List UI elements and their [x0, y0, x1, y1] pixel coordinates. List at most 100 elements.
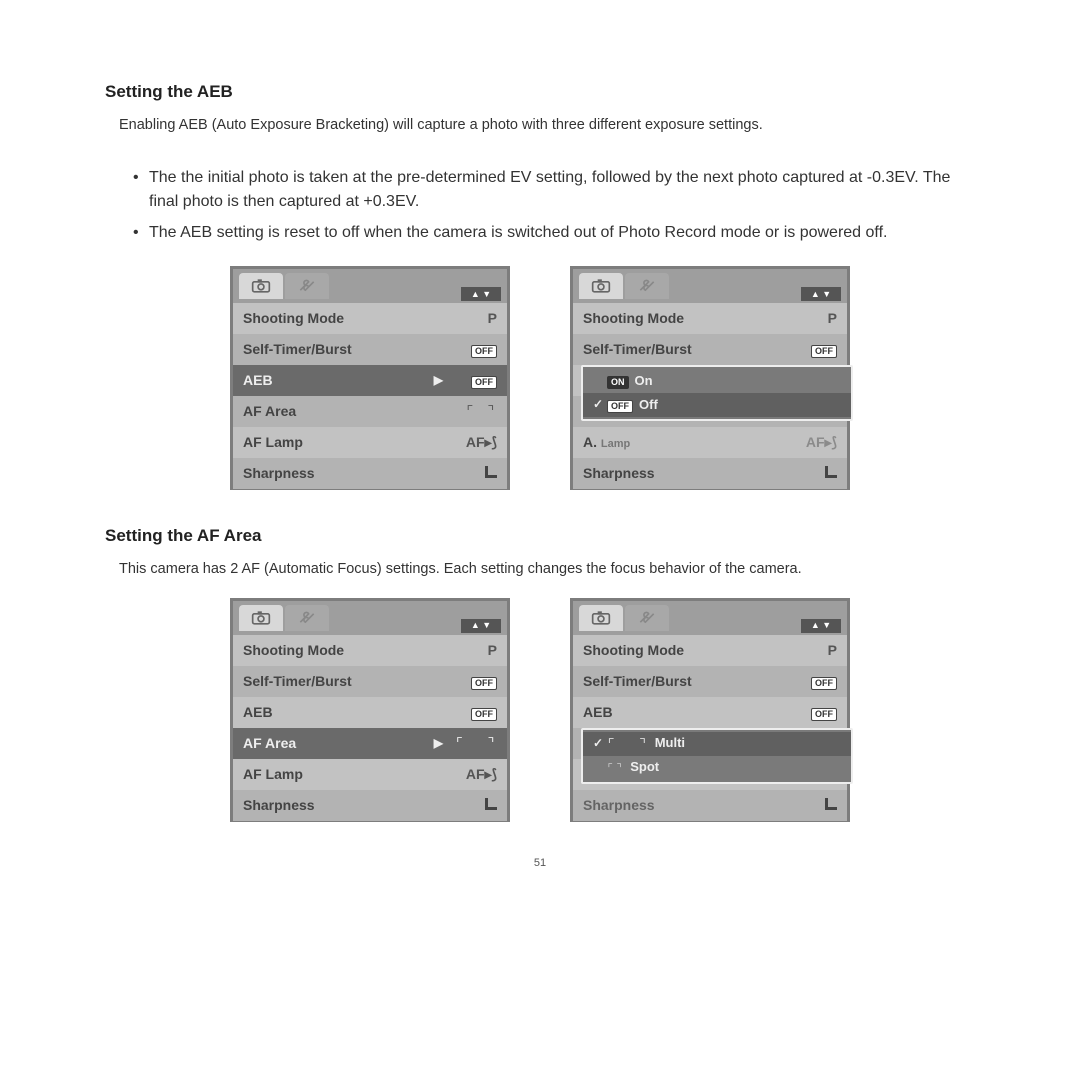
- af-area-value-icon: ⌜ ⌝: [453, 733, 497, 753]
- screen-tabbar: ▲ ▼: [573, 601, 847, 635]
- row-self-timer[interactable]: Self-Timer/BurstOFF: [573, 334, 847, 365]
- screen-tabbar: ▲ ▼: [233, 269, 507, 303]
- wrench-icon: [637, 278, 657, 294]
- sharpness-value-icon: [793, 795, 837, 815]
- row-af-lamp[interactable]: AF LampAF▸⟆: [233, 759, 507, 790]
- row-sharpness[interactable]: Sharpness: [233, 458, 507, 489]
- row-aeb-selected[interactable]: AEB▶OFF: [233, 365, 507, 396]
- tab-camera[interactable]: [239, 273, 283, 299]
- tab-tools[interactable]: [625, 605, 669, 631]
- shooting-mode-value: P: [793, 308, 837, 328]
- row-aeb[interactable]: AEBOFF: [233, 697, 507, 728]
- checkmark-icon: ✓: [591, 396, 605, 413]
- aeb-bullet-1: The the initial photo is taken at the pr…: [133, 166, 975, 216]
- tab-camera[interactable]: [579, 605, 623, 631]
- self-timer-value: OFF: [453, 339, 497, 359]
- aeb-bullet-2: The AEB setting is reset to off when the…: [133, 221, 975, 246]
- camera-icon: [251, 278, 271, 294]
- af-lamp-value: AF▸⟆: [453, 432, 497, 452]
- row-self-timer[interactable]: Self-Timer/BurstOFF: [573, 666, 847, 697]
- aeb-bullet-list: The the initial photo is taken at the pr…: [133, 166, 975, 246]
- sharpness-value-icon: [453, 795, 497, 815]
- row-shooting-mode[interactable]: Shooting ModeP: [233, 303, 507, 334]
- sharpness-label: Sharpness: [583, 463, 793, 483]
- section-heading-af-area: Setting the AF Area: [105, 524, 975, 549]
- af-lamp-label: AF Lamp: [243, 764, 453, 784]
- af-area-value-icon: ⌜ ⌝: [453, 401, 497, 421]
- row-self-timer[interactable]: Self-Timer/BurstOFF: [233, 666, 507, 697]
- tab-tools[interactable]: [285, 605, 329, 631]
- self-timer-label: Self-Timer/Burst: [583, 339, 793, 359]
- wrench-icon: [297, 610, 317, 626]
- popup-option-multi[interactable]: ✓⌜ ⌝Multi: [583, 732, 851, 756]
- popup-on-label: On: [635, 372, 653, 391]
- tab-tools[interactable]: [625, 273, 669, 299]
- screen-tabbar: ▲ ▼: [233, 601, 507, 635]
- page-number: 51: [105, 856, 975, 872]
- wrench-icon: [297, 278, 317, 294]
- shooting-mode-label: Shooting Mode: [583, 640, 793, 660]
- aeb-value: OFF: [793, 702, 837, 722]
- row-shooting-mode[interactable]: Shooting ModeP: [233, 635, 507, 666]
- camera-screen-afarea-popup: ▲ ▼ Shooting ModeP Self-Timer/BurstOFF A…: [570, 598, 850, 822]
- row-sharpness[interactable]: Sharpness: [233, 790, 507, 821]
- selection-arrow-icon: ▶: [434, 735, 443, 752]
- row-shooting-mode[interactable]: Shooting ModeP: [573, 635, 847, 666]
- tab-camera[interactable]: [239, 605, 283, 631]
- checkmark-icon: ✓: [591, 735, 605, 752]
- section-heading-aeb: Setting the AEB: [105, 80, 975, 105]
- sharpness-value-icon: [453, 463, 497, 483]
- popup-multi-label: Multi: [655, 734, 685, 753]
- sharpness-label: Sharpness: [243, 795, 453, 815]
- tab-camera[interactable]: [579, 273, 623, 299]
- self-timer-value: OFF: [793, 671, 837, 691]
- row-shooting-mode[interactable]: Shooting ModeP: [573, 303, 847, 334]
- popup-off-label: Off: [639, 396, 658, 415]
- afarea-popup: ✓⌜ ⌝Multi ⌜⌝Spot: [581, 728, 853, 784]
- self-timer-value: OFF: [793, 339, 837, 359]
- self-timer-label: Self-Timer/Burst: [583, 671, 793, 691]
- row-sharpness-behind: Sharpness: [573, 790, 847, 821]
- nav-arrows-badge: ▲ ▼: [801, 619, 841, 633]
- sharpness-label: Sharpness: [243, 463, 453, 483]
- shooting-mode-value: P: [453, 640, 497, 660]
- aeb-value: OFF: [453, 370, 497, 390]
- section-intro-af-area: This camera has 2 AF (Automatic Focus) s…: [119, 559, 975, 580]
- camera-icon: [251, 610, 271, 626]
- popup-option-on[interactable]: ONOn: [583, 369, 851, 393]
- camera-icon: [591, 610, 611, 626]
- shooting-mode-label: Shooting Mode: [243, 308, 453, 328]
- nav-arrows-badge: ▲ ▼: [461, 619, 501, 633]
- row-af-area[interactable]: AF Area⌜ ⌝: [233, 396, 507, 427]
- aeb-label: AEB: [583, 702, 793, 722]
- af-area-label: AF Area: [243, 401, 453, 421]
- af-area-label: AF Area: [243, 733, 434, 753]
- self-timer-value: OFF: [453, 671, 497, 691]
- shooting-mode-label: Shooting Mode: [243, 640, 453, 660]
- selection-arrow-icon: ▶: [434, 372, 443, 389]
- popup-option-spot[interactable]: ⌜⌝Spot: [583, 756, 851, 780]
- row-self-timer[interactable]: Self-Timer/BurstOFF: [233, 334, 507, 365]
- camera-screen-afarea-selected: ▲ ▼ Shooting ModeP Self-Timer/BurstOFF A…: [230, 598, 510, 822]
- af-lamp-value: AF▸⟆: [453, 764, 497, 784]
- shooting-mode-value: P: [793, 640, 837, 660]
- popup-option-off[interactable]: ✓OFFOff: [583, 393, 851, 417]
- row-af-lamp[interactable]: AF LampAF▸⟆: [233, 427, 507, 458]
- camera-screen-aeb-selected: ▲ ▼ Shooting ModeP Self-Timer/BurstOFF A…: [230, 266, 510, 490]
- tab-tools[interactable]: [285, 273, 329, 299]
- shooting-mode-label: Shooting Mode: [583, 308, 793, 328]
- row-aeb[interactable]: AEBOFF: [573, 697, 847, 728]
- screen-tabbar: ▲ ▼: [573, 269, 847, 303]
- row-sharpness[interactable]: Sharpness: [573, 458, 847, 489]
- sharpness-value-icon: [793, 463, 837, 483]
- row-af-area-selected[interactable]: AF Area▶ ⌜ ⌝: [233, 728, 507, 759]
- camera-screen-aeb-popup: ▲ ▼ Shooting ModeP Self-Timer/BurstOFF A…: [570, 266, 850, 490]
- af-lamp-value: AF▸⟆: [793, 432, 837, 452]
- camera-icon: [591, 278, 611, 294]
- aeb-label: AEB: [243, 702, 453, 722]
- aeb-popup: ONOn ✓OFFOff: [581, 365, 853, 421]
- af-lamp-label: AF Lamp: [243, 432, 453, 452]
- nav-arrows-badge: ▲ ▼: [801, 287, 841, 301]
- row-af-lamp-behind: A. LampAF▸⟆: [573, 427, 847, 458]
- self-timer-label: Self-Timer/Burst: [243, 671, 453, 691]
